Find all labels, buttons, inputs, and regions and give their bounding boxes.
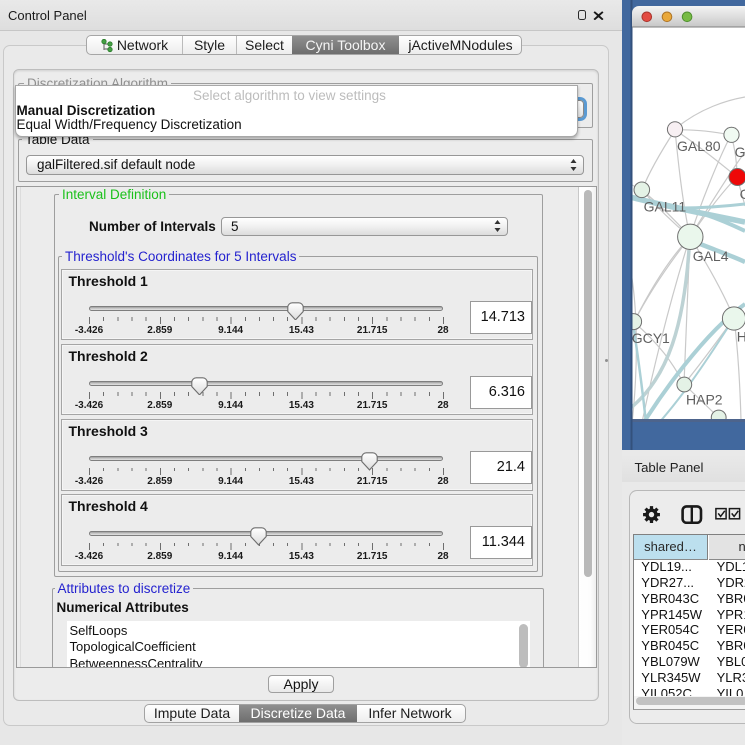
svg-text:C: C: [740, 186, 745, 202]
svg-text:GAL11: GAL11: [644, 199, 687, 215]
svg-text:GAL4: GAL4: [693, 248, 729, 264]
svg-text:GA: GA: [735, 144, 745, 160]
svg-text:GCY1: GCY1: [632, 330, 670, 346]
svg-text:H: H: [737, 329, 745, 345]
svg-text:HAP2: HAP2: [686, 392, 723, 408]
svg-text:GAL80: GAL80: [677, 138, 721, 154]
